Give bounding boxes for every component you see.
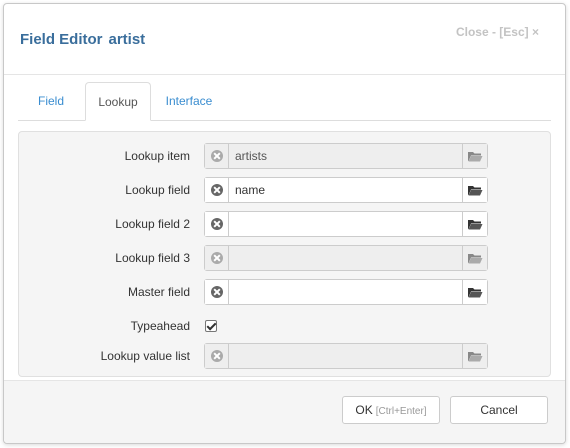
clear-x-icon (210, 150, 223, 162)
lookup-field2-clear-button[interactable] (205, 212, 229, 236)
lookup-field3-clear-button[interactable] (205, 246, 229, 270)
lookup-value-list-open-button[interactable] (462, 344, 487, 368)
lookup-field3-label: Lookup field 3 (115, 251, 190, 265)
lookup-item-control: artists (204, 143, 488, 169)
dialog-title-text: Field Editor (20, 31, 103, 48)
lookup-field-value[interactable]: name (235, 178, 265, 202)
lookup-field-clear-button[interactable] (205, 178, 229, 202)
dialog-header: Field Editor artist Close - [Esc] × (4, 4, 565, 75)
lookup-value-list-clear-button[interactable] (205, 344, 229, 368)
folder-open-icon (468, 288, 483, 298)
clear-x-icon (210, 286, 223, 298)
master-field-control[interactable] (204, 279, 488, 305)
lookup-field3-open-button[interactable] (462, 246, 487, 270)
master-field-row: Master field (19, 279, 552, 305)
lookup-value-list-label: Lookup value list (100, 349, 190, 363)
master-field-clear-button[interactable] (205, 280, 229, 304)
tab-lookup[interactable]: Lookup (85, 82, 151, 121)
ok-shortcut-hint: [Ctrl+Enter] (375, 406, 427, 417)
dialog-footer: OK [Ctrl+Enter] Cancel (4, 380, 565, 443)
lookup-field-open-button[interactable] (462, 178, 487, 202)
close-button[interactable]: Close - [Esc] × (456, 25, 539, 39)
lookup-field2-label: Lookup field 2 (115, 217, 190, 231)
lookup-item-row: Lookup item artists (19, 143, 552, 169)
lookup-item-open-button[interactable] (462, 144, 487, 168)
lookup-field2-row: Lookup field 2 (19, 211, 552, 237)
tab-interface[interactable]: Interface (156, 82, 222, 120)
lookup-value-list-row: Lookup value list (19, 343, 552, 369)
folder-open-icon (468, 220, 483, 230)
lookup-field-control[interactable]: name (204, 177, 488, 203)
typeahead-row: Typeahead (19, 313, 552, 339)
folder-open-icon (468, 254, 483, 264)
tab-field[interactable]: Field (18, 82, 84, 120)
lookup-panel: Lookup item artists Lookup field name Lo… (18, 131, 551, 377)
master-field-open-button[interactable] (462, 280, 487, 304)
tab-bar: Field Lookup Interface (18, 82, 551, 121)
clear-x-icon (210, 184, 223, 196)
lookup-field3-control (204, 245, 488, 271)
ok-button[interactable]: OK [Ctrl+Enter] (342, 396, 440, 424)
folder-open-icon (468, 186, 483, 196)
field-name: artist (108, 31, 146, 48)
folder-open-icon (468, 352, 483, 362)
lookup-field2-open-button[interactable] (462, 212, 487, 236)
lookup-item-value: artists (235, 149, 268, 163)
clear-x-icon (210, 252, 223, 264)
lookup-item-label: Lookup item (124, 149, 190, 163)
master-field-label: Master field (127, 285, 190, 299)
clear-x-icon (210, 218, 223, 230)
lookup-value-list-control (204, 343, 488, 369)
clear-x-icon (210, 350, 223, 362)
typeahead-label: Typeahead (130, 319, 190, 333)
ok-button-label: OK (355, 403, 373, 417)
lookup-field2-control[interactable] (204, 211, 488, 237)
lookup-field3-row: Lookup field 3 (19, 245, 552, 271)
folder-open-icon (468, 152, 483, 162)
lookup-item-clear-button[interactable] (205, 144, 229, 168)
cancel-button[interactable]: Cancel (450, 396, 548, 424)
lookup-field-row: Lookup field name (19, 177, 552, 203)
typeahead-checkbox[interactable] (205, 320, 217, 332)
field-editor-dialog: Field Editor artist Close - [Esc] × Field… (3, 3, 566, 444)
lookup-field-label: Lookup field (125, 183, 190, 197)
dialog-title: Field Editor artist (20, 31, 145, 48)
